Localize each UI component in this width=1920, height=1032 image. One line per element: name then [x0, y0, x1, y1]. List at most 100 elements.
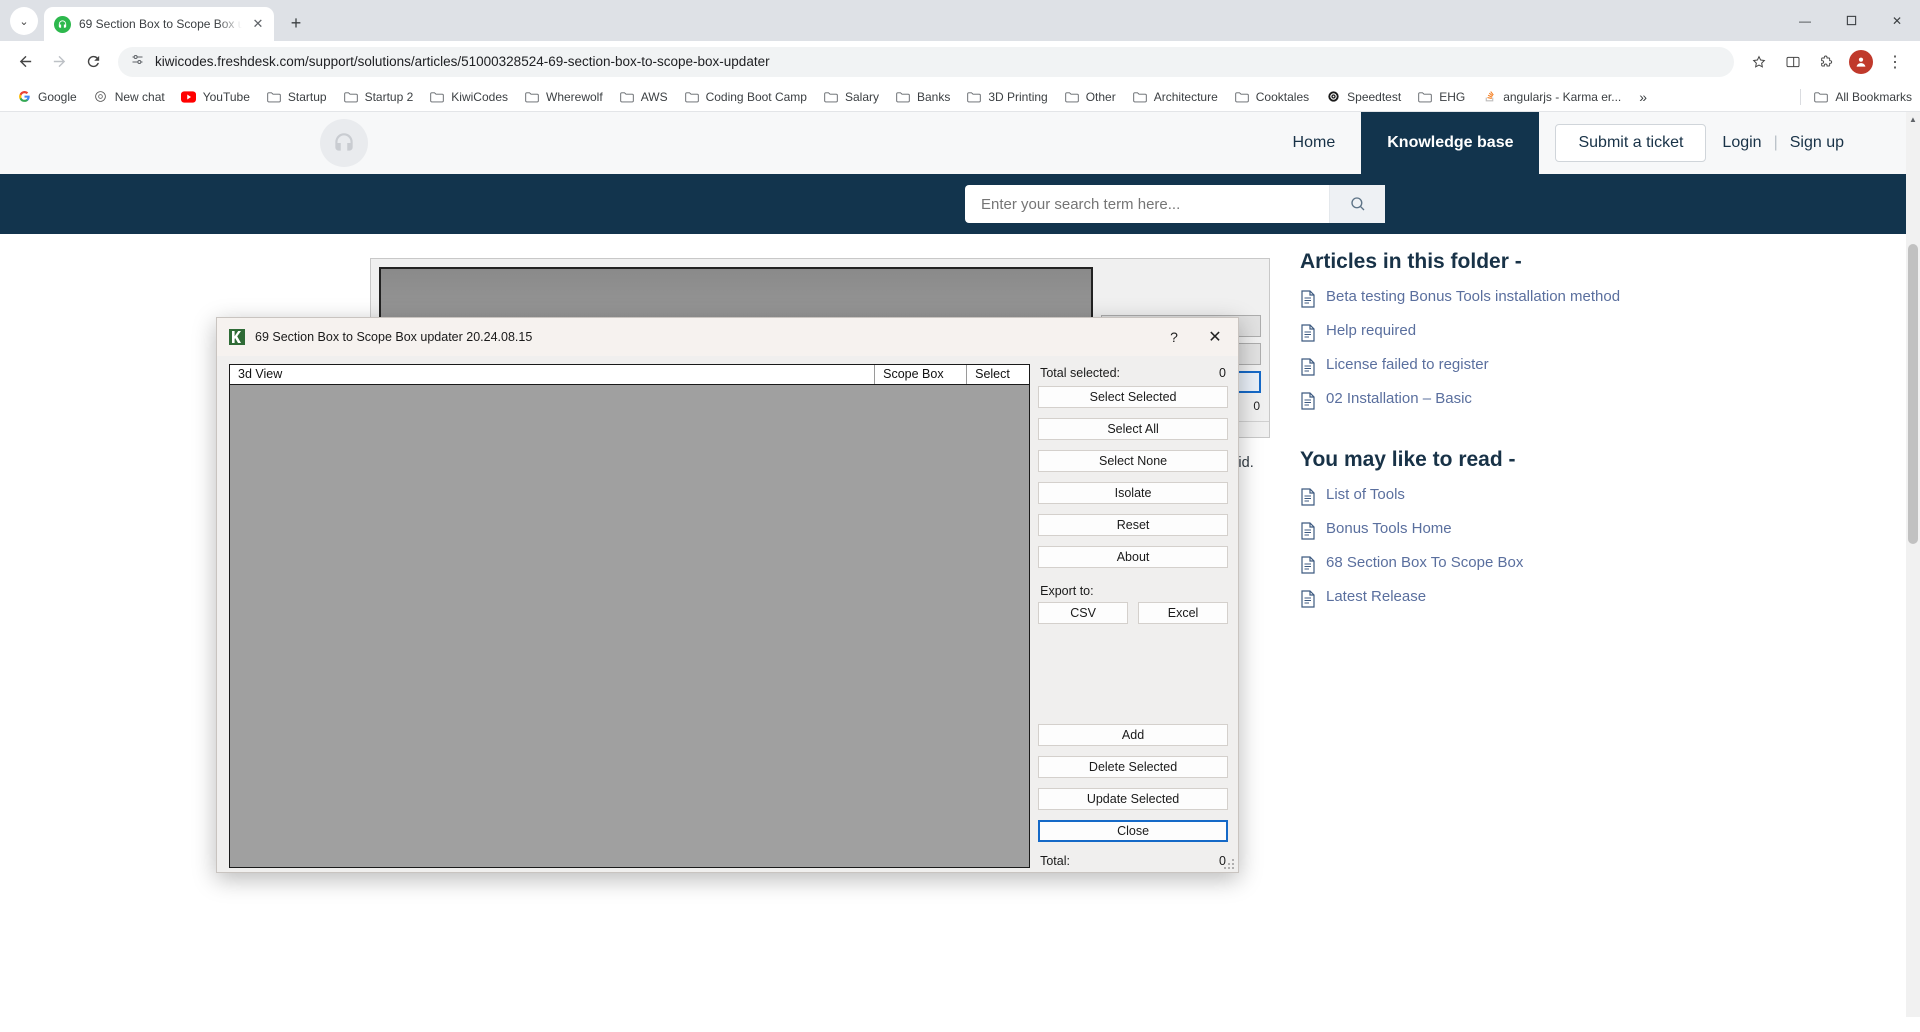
grid-column-select[interactable]: Select [967, 365, 1029, 384]
dialog-close-icon[interactable]: ✕ [1192, 318, 1238, 356]
list-item[interactable]: Latest Release [1300, 588, 1920, 608]
article-link[interactable]: License failed to register [1326, 356, 1489, 375]
add-button[interactable]: Add [1038, 724, 1228, 746]
bookmark-item[interactable]: New chat [85, 86, 173, 108]
help-icon[interactable]: ? [1156, 318, 1192, 356]
list-item[interactable]: List of Tools [1300, 486, 1920, 506]
about-button[interactable]: About [1038, 546, 1228, 568]
search-input[interactable] [965, 195, 1329, 213]
bookmark-label: Coding Boot Camp [705, 89, 807, 104]
grid-column-3d-view[interactable]: 3d View [230, 365, 876, 384]
select-selected-button[interactable]: Select Selected [1038, 386, 1228, 408]
maximize-icon[interactable] [1828, 0, 1874, 41]
select-none-button[interactable]: Select None [1038, 450, 1228, 472]
bookmarks-overflow-button[interactable]: » [1633, 87, 1653, 107]
export-excel-button[interactable]: Excel [1138, 602, 1229, 624]
profile-avatar[interactable] [1846, 47, 1876, 77]
reload-icon[interactable] [78, 47, 108, 77]
bookmark-item[interactable]: Architecture [1124, 86, 1226, 108]
update-selected-button[interactable]: Update Selected [1038, 788, 1228, 810]
tab-search-chevron-icon[interactable]: ⌄ [10, 7, 38, 35]
article-link[interactable]: Help required [1326, 322, 1416, 341]
article-link[interactable]: Latest Release [1326, 588, 1426, 607]
delete-selected-button[interactable]: Delete Selected [1038, 756, 1228, 778]
bookmark-item[interactable]: Google [8, 86, 85, 108]
bookmark-star-icon[interactable] [1744, 47, 1774, 77]
bookmark-item[interactable]: 3D Printing [958, 86, 1055, 108]
bookmark-item[interactable]: Salary [815, 86, 887, 108]
list-item[interactable]: License failed to register [1300, 356, 1920, 376]
bookmark-item[interactable]: Speedtest [1317, 86, 1409, 108]
bookmark-label: EHG [1439, 89, 1466, 104]
login-link[interactable]: Login [1722, 134, 1761, 152]
article-link[interactable]: Bonus Tools Home [1326, 520, 1452, 539]
reset-button[interactable]: Reset [1038, 514, 1228, 536]
puzzle-icon[interactable] [1812, 47, 1842, 77]
bookmark-item[interactable]: YouTube [173, 86, 258, 108]
tune-icon[interactable] [130, 52, 145, 72]
bookmark-item[interactable]: Startup [258, 86, 335, 108]
bookmark-item[interactable]: EHG [1409, 86, 1473, 108]
list-item[interactable]: Bonus Tools Home [1300, 520, 1920, 540]
back-icon[interactable] [10, 47, 40, 77]
article-link[interactable]: Beta testing Bonus Tools installation me… [1326, 288, 1620, 307]
browser-menu-icon[interactable]: ⋮ [1880, 47, 1910, 77]
bookmark-item[interactable]: KiwiCodes [421, 86, 516, 108]
bookmark-item[interactable]: Wherewolf [516, 86, 611, 108]
export-buttons-row: CSV Excel [1038, 602, 1229, 624]
new-tab-button[interactable]: + [282, 9, 310, 37]
bookmark-item[interactable]: Banks [887, 86, 958, 108]
browser-window: ⌄ 69 Section Box to Scope Box up ✕ + — ✕ [0, 0, 1920, 1032]
address-bar[interactable]: kiwicodes.freshdesk.com/support/solution… [118, 46, 1734, 77]
browser-tab[interactable]: 69 Section Box to Scope Box up ✕ [44, 7, 274, 41]
select-all-button[interactable]: Select All [1038, 418, 1228, 440]
article-link[interactable]: 68 Section Box To Scope Box [1326, 554, 1523, 573]
scroll-up-icon[interactable]: ▲ [1906, 112, 1920, 126]
split-screen-icon[interactable] [1778, 47, 1808, 77]
all-bookmarks-button[interactable]: All Bookmarks [1800, 88, 1912, 105]
resize-grip-icon[interactable] [1223, 857, 1235, 869]
dialog-title-bar[interactable]: 69 Section Box to Scope Box updater 20.2… [217, 318, 1238, 356]
bookmark-item[interactable]: Other [1056, 86, 1124, 108]
document-icon [1300, 324, 1316, 342]
list-item[interactable]: Help required [1300, 322, 1920, 342]
folder-icon [823, 89, 839, 105]
folder-icon [1132, 89, 1148, 105]
close-button[interactable]: Close [1038, 820, 1228, 842]
article-link[interactable]: List of Tools [1326, 486, 1405, 505]
nav-item-home[interactable]: Home [1267, 112, 1362, 174]
submit-ticket-button[interactable]: Submit a ticket [1555, 124, 1707, 162]
page-scrollbar[interactable]: ▲ [1906, 112, 1920, 1017]
article-link[interactable]: 02 Installation – Basic [1326, 390, 1472, 409]
bookmark-item[interactable]: AWS [611, 86, 676, 108]
export-csv-button[interactable]: CSV [1038, 602, 1129, 624]
grid-rows-area[interactable] [229, 385, 1031, 868]
site-logo[interactable] [320, 119, 368, 167]
close-icon[interactable]: ✕ [250, 16, 266, 32]
page-viewport: Home Knowledge base Submit a ticket Logi… [0, 112, 1920, 1017]
bookmark-item[interactable]: Startup 2 [335, 86, 422, 108]
total-label: Total: [1040, 854, 1070, 868]
document-icon [1300, 290, 1316, 308]
bookmark-item[interactable]: Cooktales [1226, 86, 1317, 108]
youtube-icon [181, 89, 197, 105]
search-box[interactable] [965, 185, 1385, 223]
signup-link[interactable]: Sign up [1790, 134, 1844, 152]
bookmark-label: Architecture [1153, 89, 1218, 104]
bookmark-label: 3D Printing [988, 89, 1048, 104]
list-item[interactable]: Beta testing Bonus Tools installation me… [1300, 288, 1920, 308]
avatar[interactable] [1849, 49, 1873, 74]
scrollbar-thumb[interactable] [1908, 244, 1918, 544]
site-header: Home Knowledge base Submit a ticket Logi… [0, 112, 1920, 174]
list-item[interactable]: 02 Installation – Basic [1300, 390, 1920, 410]
bookmark-item[interactable]: Coding Boot Camp [676, 86, 815, 108]
list-item[interactable]: 68 Section Box To Scope Box [1300, 554, 1920, 574]
forward-icon[interactable] [44, 47, 74, 77]
grid-column-scope-box[interactable]: Scope Box [875, 365, 968, 384]
isolate-button[interactable]: Isolate [1038, 482, 1228, 504]
window-close-icon[interactable]: ✕ [1874, 0, 1920, 41]
search-icon[interactable] [1329, 185, 1385, 223]
nav-item-knowledge-base[interactable]: Knowledge base [1361, 112, 1540, 174]
minimize-icon[interactable]: — [1782, 0, 1828, 41]
bookmark-item[interactable]: angularjs - Karma er... [1473, 86, 1629, 108]
